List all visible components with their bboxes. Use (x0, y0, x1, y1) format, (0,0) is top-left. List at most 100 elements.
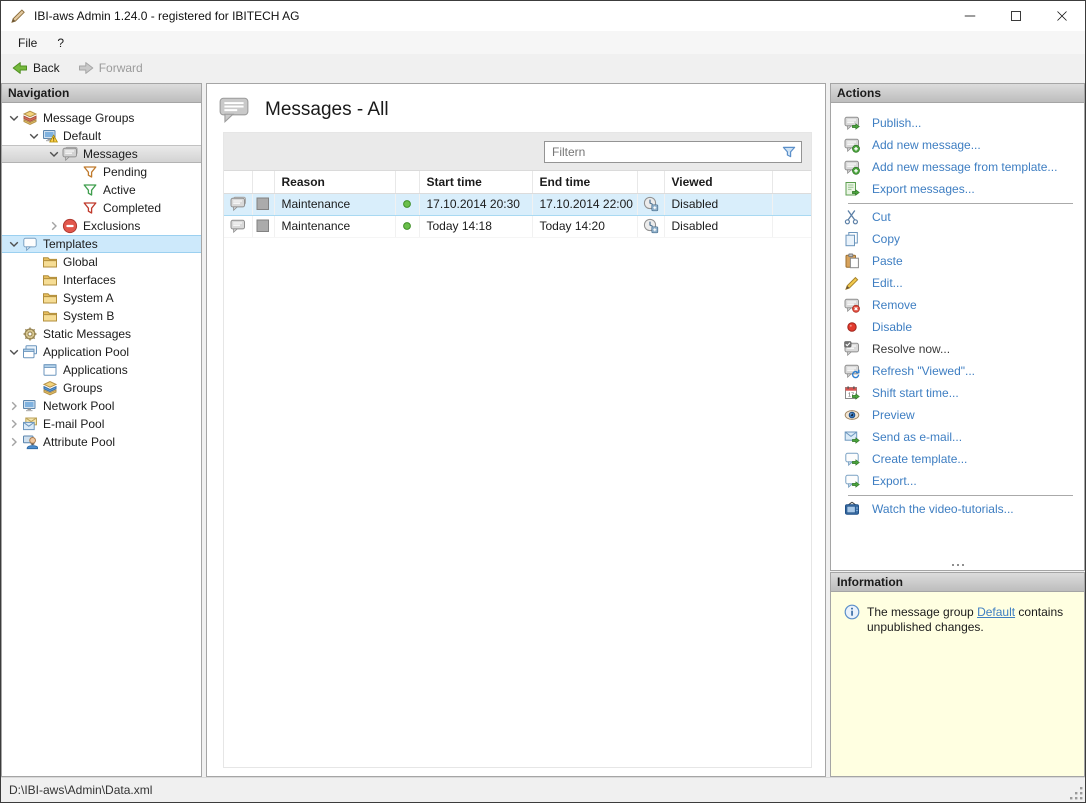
app-icon (10, 8, 26, 24)
tree-item-global[interactable]: Global (2, 253, 201, 271)
action-disable[interactable]: Disable (831, 316, 1084, 338)
action-label: Cut (872, 210, 891, 224)
green-dot-icon (399, 196, 415, 212)
table-row[interactable]: Maintenance 17.10.2014 20:30 17.10.2014 22… (224, 192, 811, 216)
create-template-icon (844, 451, 860, 467)
tree-item-message-groups[interactable]: Message Groups (2, 109, 201, 127)
column-header-viewed_icon[interactable] (637, 171, 665, 194)
green-dot-icon (399, 218, 415, 234)
action-paste[interactable]: Paste (831, 250, 1084, 272)
action-label: Add new message from template... (872, 160, 1058, 174)
menu-file[interactable]: File (8, 31, 47, 54)
action-add-new-message-from-template[interactable]: Add new message from template... (831, 156, 1084, 178)
tree-item-e-mail-pool[interactable]: E-mail Pool (2, 415, 201, 433)
disable-icon (844, 319, 860, 335)
column-header-type_icon[interactable] (224, 171, 253, 194)
main-panel: Messages - All Reason Start timeEnd time V… (206, 83, 826, 777)
column-header-start[interactable]: Start time (419, 171, 533, 194)
action-label: Remove (872, 298, 917, 312)
action-add-new-message[interactable]: Add new message... (831, 134, 1084, 156)
action-create-template[interactable]: Create template... (831, 448, 1084, 470)
tree-item-network-pool[interactable]: Network Pool (2, 397, 201, 415)
tree-item-pending[interactable]: Pending (2, 163, 201, 181)
tree-item-interfaces[interactable]: Interfaces (2, 271, 201, 289)
folder-icon (42, 290, 58, 306)
remove-icon (844, 297, 860, 313)
actions-separator (848, 495, 1073, 496)
action-shift-start-time[interactable]: 17 Shift start time... (831, 382, 1084, 404)
tree-item-label: Pending (103, 165, 148, 179)
app-window: IBI-aws Admin 1.24.0 - registered for IB… (0, 0, 1086, 803)
tree-item-default[interactable]: Default (2, 127, 201, 145)
tree-item-attribute-pool[interactable]: Attribute Pool (2, 433, 201, 451)
forward-button[interactable]: Forward (71, 58, 150, 78)
column-header-viewed[interactable]: Viewed (664, 171, 773, 194)
action-refresh-viewed[interactable]: Refresh "Viewed"... (831, 360, 1084, 382)
minimize-button[interactable] (947, 1, 993, 31)
cell-color (252, 192, 275, 216)
gray-square-icon (255, 196, 271, 212)
action-label: Shift start time... (872, 386, 959, 400)
action-send-as-e-mail[interactable]: Send as e-mail... (831, 426, 1084, 448)
tree-item-system-b[interactable]: System B (2, 307, 201, 325)
filter-bar (224, 133, 811, 171)
tree-item-label: Attribute Pool (43, 435, 116, 449)
action-watch-the-video-tutorials[interactable]: Watch the video-tutorials... (831, 498, 1084, 520)
folder-icon (42, 254, 58, 270)
action-export-messages[interactable]: Export messages... (831, 178, 1084, 200)
tree-item-completed[interactable]: Completed (2, 199, 201, 217)
tree-item-messages[interactable]: Messages (2, 145, 201, 163)
menu-help[interactable]: ? (47, 31, 74, 54)
publish-icon (844, 115, 860, 131)
action-publish[interactable]: Publish... (831, 112, 1084, 134)
action-preview[interactable]: Preview (831, 404, 1084, 426)
navigation-panel: Navigation Message Groups Default Messages… (1, 83, 202, 777)
chevron-right-icon (6, 398, 22, 414)
resize-grip-icon[interactable] (1070, 787, 1083, 800)
action-export[interactable]: Export... (831, 470, 1084, 492)
cell-viewed: Disabled (664, 215, 773, 238)
actions-header: Actions (831, 84, 1084, 103)
column-header-end[interactable]: End time (532, 171, 638, 194)
tree-item-templates[interactable]: Templates (2, 235, 201, 253)
information-body: The message group Default contains unpub… (831, 592, 1084, 776)
tree-item-exclusions[interactable]: Exclusions (2, 217, 201, 235)
tree-item-application-pool[interactable]: Application Pool (2, 343, 201, 361)
copy-icon (844, 231, 860, 247)
window-controls (947, 1, 1085, 31)
clock-icon (643, 196, 659, 212)
tree-item-system-a[interactable]: System A (2, 289, 201, 307)
column-header-filler (772, 171, 811, 194)
tree-item-active[interactable]: Active (2, 181, 201, 199)
tree-item-groups[interactable]: Groups (2, 379, 201, 397)
action-copy[interactable]: Copy (831, 228, 1084, 250)
export-messages-icon (844, 181, 860, 197)
close-button[interactable] (1039, 1, 1085, 31)
tree-item-static-messages[interactable]: Static Messages (2, 325, 201, 343)
title-bar: IBI-aws Admin 1.24.0 - registered for IB… (1, 1, 1085, 31)
filter-input[interactable] (545, 144, 780, 159)
action-remove[interactable]: Remove (831, 294, 1084, 316)
column-header-color[interactable] (252, 171, 275, 194)
filter-funnel-icon[interactable] (780, 144, 798, 160)
cell-viewed_icon (637, 215, 665, 238)
panel-splitter[interactable] (831, 561, 1084, 569)
column-header-reason[interactable]: Reason (274, 171, 396, 194)
table-row[interactable]: Maintenance Today 14:18 Today 14:20 Disable… (224, 215, 811, 238)
cell-end: Today 14:20 (532, 215, 638, 238)
default-group-icon (42, 128, 58, 144)
window-title: IBI-aws Admin 1.24.0 - registered for IB… (34, 9, 300, 23)
default-group-link[interactable]: Default (977, 605, 1015, 619)
clock-icon (643, 218, 659, 234)
messages-icon (62, 146, 78, 162)
back-label: Back (33, 60, 60, 75)
action-edit[interactable]: Edit... (831, 272, 1084, 294)
forward-label: Forward (98, 60, 143, 75)
tree-item-applications[interactable]: Applications (2, 361, 201, 379)
back-button[interactable]: Back (5, 58, 67, 78)
column-header-status[interactable] (395, 171, 420, 194)
action-cut[interactable]: Cut (831, 206, 1084, 228)
navigation-header: Navigation (2, 84, 201, 103)
action-resolve-now[interactable]: Resolve now... (831, 338, 1084, 360)
maximize-button[interactable] (993, 1, 1039, 31)
